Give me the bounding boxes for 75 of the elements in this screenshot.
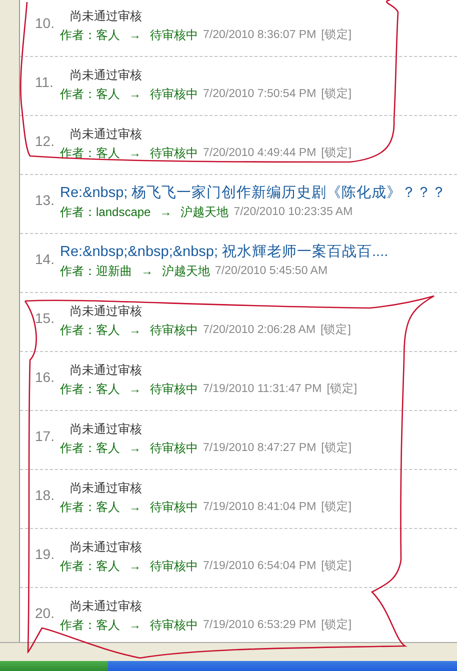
author-text: 作者：客人 bbox=[60, 617, 120, 634]
item-number: 19. bbox=[35, 546, 56, 562]
lock-link[interactable]: [锁定] bbox=[321, 615, 352, 635]
author-text: 作者：客人 bbox=[60, 558, 120, 575]
item-number: 14. bbox=[35, 251, 56, 267]
author-text: 作者：landscape bbox=[60, 204, 151, 221]
post-time: 7/19/2010 6:54:04 PM bbox=[203, 559, 316, 574]
forum-text: 沪越天地 bbox=[180, 204, 229, 221]
post-time: 7/20/2010 8:36:07 PM bbox=[203, 28, 316, 43]
lock-link[interactable]: [锁定] bbox=[321, 84, 352, 104]
post-status-text: 尚未通过审核 bbox=[70, 126, 143, 143]
item-number: 13. bbox=[35, 192, 56, 208]
arrow-text: → bbox=[129, 617, 141, 634]
post-time: 7/19/2010 8:41:04 PM bbox=[203, 500, 316, 515]
post-status-text: 尚未通过审核 bbox=[70, 67, 143, 84]
post-status-text: 尚未通过审核 bbox=[70, 598, 143, 615]
arrow-text: → bbox=[129, 322, 141, 339]
lock-link[interactable]: [锁定] bbox=[321, 556, 352, 576]
arrow-text: → bbox=[160, 204, 172, 221]
forum-text: 待审核中 bbox=[150, 27, 198, 44]
author-text: 作者：客人 bbox=[60, 322, 120, 339]
start-button[interactable] bbox=[0, 661, 108, 671]
lock-link[interactable]: [锁定] bbox=[320, 320, 351, 340]
post-time: 7/20/2010 7:50:54 PM bbox=[203, 87, 316, 102]
author-text: 作者：客人 bbox=[60, 440, 120, 457]
forum-text: 待审核中 bbox=[150, 440, 198, 457]
item-number: 20. bbox=[35, 605, 56, 621]
forum-text: 待审核中 bbox=[150, 86, 198, 103]
author-text: 作者：客人 bbox=[60, 86, 120, 103]
post-time: 7/20/2010 4:49:44 PM bbox=[203, 146, 316, 161]
forum-text: 待审核中 bbox=[150, 322, 198, 339]
post-time: 7/20/2010 2:06:28 AM bbox=[203, 323, 316, 338]
item-number: 17. bbox=[35, 428, 56, 444]
item-number: 10. bbox=[35, 15, 56, 31]
post-status-text: 尚未通过审核 bbox=[70, 480, 143, 497]
arrow-text: → bbox=[141, 263, 153, 280]
forum-text: 沪越天地 bbox=[162, 263, 210, 280]
post-title-link[interactable]: Re:&nbsp; 杨飞飞一家门创作新编历史剧《陈化成》？？？ bbox=[60, 184, 447, 202]
forum-text: 待审核中 bbox=[150, 145, 198, 162]
post-status-text: 尚未通过审核 bbox=[70, 8, 143, 25]
item-number: 18. bbox=[35, 487, 56, 503]
lock-link[interactable]: [锁定] bbox=[326, 379, 358, 399]
post-time: 7/19/2010 11:31:47 PM bbox=[203, 382, 322, 397]
forum-text: 待审核中 bbox=[150, 499, 198, 516]
post-time: 7/20/2010 5:45:50 AM bbox=[215, 264, 328, 279]
author-text: 作者：客人 bbox=[60, 381, 120, 398]
item-number: 16. bbox=[35, 369, 56, 385]
author-text: 作者：迎新曲 bbox=[60, 263, 132, 280]
author-text: 作者：客人 bbox=[60, 499, 120, 516]
lock-link[interactable]: [锁定] bbox=[321, 143, 352, 163]
post-time: 7/20/2010 10:23:35 AM bbox=[234, 205, 353, 220]
lock-link[interactable]: [锁定] bbox=[321, 497, 352, 517]
post-time: 7/19/2010 6:53:29 PM bbox=[203, 618, 316, 633]
arrow-text: → bbox=[129, 86, 141, 103]
arrow-text: → bbox=[129, 381, 141, 398]
post-status-text: 尚未通过审核 bbox=[70, 303, 143, 320]
forum-text: 待审核中 bbox=[150, 381, 198, 398]
forum-text: 待审核中 bbox=[150, 617, 198, 634]
post-status-text: 尚未通过审核 bbox=[70, 539, 143, 556]
forum-text: 待审核中 bbox=[150, 558, 198, 575]
arrow-text: → bbox=[129, 499, 141, 516]
post-status-text: 尚未通过审核 bbox=[70, 421, 143, 438]
lock-link[interactable]: [锁定] bbox=[321, 438, 352, 458]
author-text: 作者：客人 bbox=[60, 27, 120, 44]
arrow-text: → bbox=[129, 145, 141, 162]
item-number: 11. bbox=[35, 74, 54, 90]
arrow-text: → bbox=[129, 27, 141, 44]
post-status-text: 尚未通过审核 bbox=[70, 362, 143, 379]
post-time: 7/19/2010 8:47:27 PM bbox=[203, 441, 316, 456]
post-title-link[interactable]: Re:&nbsp;&nbsp;&nbsp; 祝水輝老师一案百战百.... bbox=[60, 243, 388, 261]
arrow-text: → bbox=[129, 440, 141, 457]
item-number: 12. bbox=[35, 133, 56, 149]
lock-link[interactable]: [锁定] bbox=[321, 25, 352, 45]
arrow-text: → bbox=[129, 558, 141, 575]
item-number: 15. bbox=[35, 310, 56, 326]
